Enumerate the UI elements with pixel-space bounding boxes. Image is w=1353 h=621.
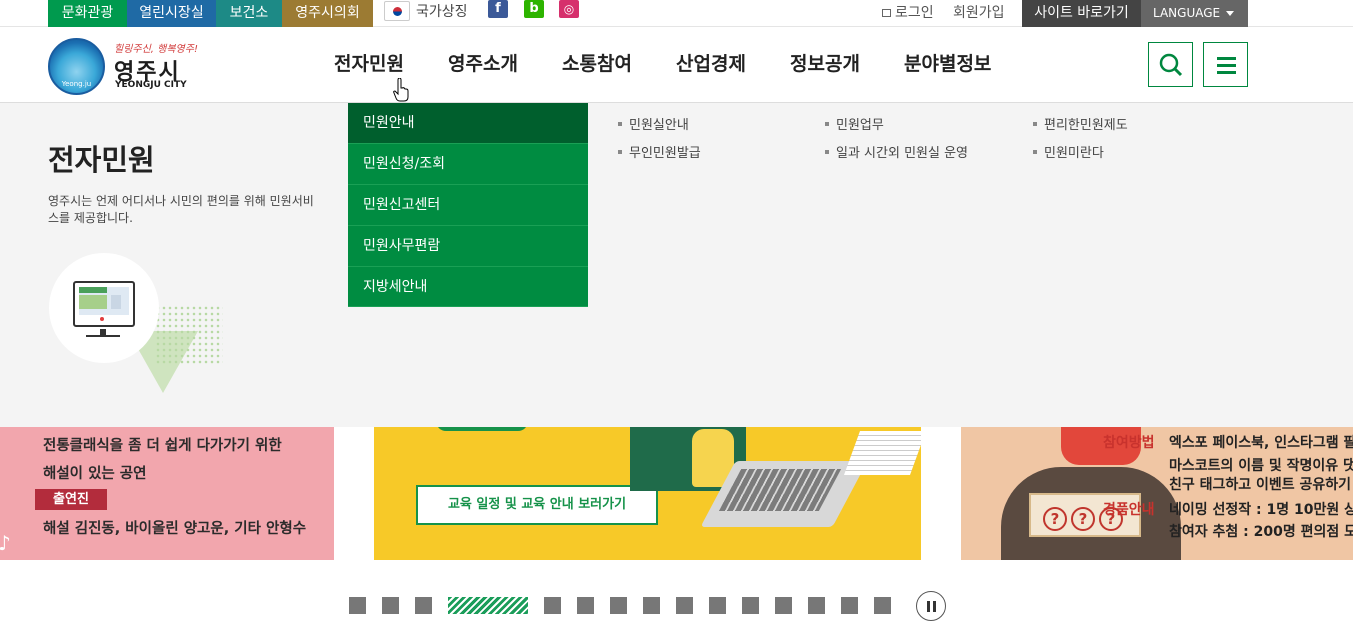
submenu-list: 민원안내 민원신청/조회 민원신고센터 민원사무편람 지방세안내	[348, 103, 588, 307]
national-symbol-label: 국가상징	[416, 4, 468, 20]
gnb-item-intro[interactable]: 영주소개	[448, 49, 518, 76]
gnb-item-civil[interactable]: 전자민원	[334, 49, 404, 76]
pager-dot[interactable]	[709, 597, 726, 614]
banner-prize-label: 경품안내	[1103, 502, 1155, 518]
banner-how-line3: 친구 태그하고 이벤트 공유하기	[1169, 477, 1352, 493]
search-icon	[1159, 53, 1183, 77]
deep-link-civil-work[interactable]: 민원업무	[825, 114, 884, 133]
banner-concert-line1: 전통클래식을 좀 더 쉽게 다가가기 위한	[43, 438, 282, 454]
illustration-dots	[155, 305, 223, 365]
pager-dot[interactable]	[643, 597, 660, 614]
join-link[interactable]: 회원가입	[953, 0, 1005, 27]
login-link[interactable]: 로그인	[882, 0, 934, 27]
quicklink-council[interactable]: 영주시의회	[282, 0, 373, 27]
submenu-item-localtax[interactable]: 지방세안내	[348, 267, 588, 307]
banner-concert-line2: 해설이 있는 공연	[43, 466, 147, 482]
gnb-item-fields[interactable]: 분야별정보	[904, 49, 991, 76]
hamburger-icon	[1217, 57, 1236, 74]
site-logo[interactable]: Yeong.ju 힐링주신, 행복영주! 영주시 YEONGJU CITY	[48, 38, 198, 96]
lock-icon	[882, 9, 891, 17]
site-shortcut-button[interactable]: 사이트 바로가기	[1022, 0, 1141, 27]
pager-dot[interactable]	[676, 597, 693, 614]
deep-link-convenient-system[interactable]: 편리한민원제도	[1033, 114, 1128, 133]
pager-dot[interactable]	[775, 597, 792, 614]
pager-dot[interactable]	[610, 597, 627, 614]
taegukgi-icon	[384, 1, 410, 21]
banner-prize-line2: 참여자 추첨 : 200명 편의점 모	[1169, 524, 1353, 540]
pager-dot[interactable]	[841, 597, 858, 614]
banner-how-line2: 마스코트의 이름 및 작명이유 댓	[1169, 458, 1353, 474]
submenu-item-handbook[interactable]: 민원사무편람	[348, 226, 588, 267]
pause-button[interactable]	[916, 591, 946, 621]
facebook-icon[interactable]: f	[488, 0, 508, 18]
city-emblem-icon: Yeong.ju	[48, 38, 105, 95]
emblem-text: Yeong.ju	[61, 80, 92, 88]
papers-illustration	[843, 431, 921, 475]
language-label: LANGUAGE	[1153, 6, 1221, 20]
site-header: Yeong.ju 힐링주신, 행복영주! 영주시 YEONGJU CITY 전자…	[0, 27, 1353, 103]
login-label: 로그인	[895, 5, 934, 21]
mega-menu-description: 영주시는 언제 어디서나 시민의 편의를 위해 민원서비스를 제공합니다.	[48, 194, 314, 225]
deep-link-civil-office[interactable]: 민원실안내	[618, 114, 689, 133]
banner-mascot-event[interactable]: ? ? ? 참여방법 엑스포 페이스북, 인스타그램 팔 마스코트의 이름 및 …	[961, 427, 1353, 560]
banner-concert[interactable]: 전통클래식을 좀 더 쉽게 다가가기 위한 해설이 있는 공연 출연진 해설 김…	[0, 427, 334, 560]
all-menu-button[interactable]	[1203, 42, 1248, 87]
instagram-icon[interactable]: ◎	[559, 0, 579, 18]
search-button[interactable]	[1148, 42, 1193, 87]
gnb-item-economy[interactable]: 산업경제	[676, 49, 746, 76]
education-schedule-button[interactable]: 교육 일정 및 교육 안내 보러가기	[416, 485, 658, 525]
pager-dot[interactable]	[874, 597, 891, 614]
monitor-icon	[73, 281, 135, 327]
banner-how-line1: 엑스포 페이스북, 인스타그램 팔	[1169, 435, 1353, 451]
submenu-item-guide[interactable]: 민원안내	[348, 103, 588, 144]
music-note-icon: ♪	[0, 531, 11, 555]
logo-slogan: 힐링주신, 행복영주!	[114, 44, 198, 55]
pager-dot[interactable]	[544, 597, 561, 614]
gnb-item-participation[interactable]: 소통참여	[562, 49, 632, 76]
logo-city-english: YEONGJU CITY	[115, 80, 187, 90]
banner-education[interactable]: 교육 일정 및 교육 안내 보러가기	[374, 427, 921, 560]
national-symbol-link[interactable]: 국가상징	[384, 0, 468, 22]
pager-dot[interactable]	[742, 597, 759, 614]
question-icon: ?	[1043, 507, 1067, 531]
monitor-stand	[86, 329, 120, 337]
banner-pill	[436, 427, 528, 431]
banner-concert-tag: 출연진	[35, 489, 107, 510]
mega-menu-title: 전자민원	[48, 143, 155, 177]
language-button[interactable]: LANGUAGE	[1141, 0, 1248, 27]
pager-dot[interactable]	[808, 597, 825, 614]
banner-how-label: 참여방법	[1103, 435, 1155, 451]
top-utility-bar: 문화관광 열린시장실 보건소 영주시의회 국가상징 f b ◎ 로그인 회원가입…	[0, 0, 1353, 27]
deep-link-unmanned[interactable]: 무인민원발급	[618, 142, 701, 161]
pager-dot-active[interactable]	[448, 597, 528, 614]
banner-prize-line1: 네이밍 선정작 : 1명 10만원 상	[1169, 502, 1353, 518]
gnb-item-info[interactable]: 정보공개	[790, 49, 860, 76]
banner-concert-performers: 해설 김진동, 바이올린 양고운, 기타 안형수	[43, 521, 307, 537]
submenu-item-report[interactable]: 민원신고센터	[348, 185, 588, 226]
pager-dot[interactable]	[349, 597, 366, 614]
question-icon: ?	[1071, 507, 1095, 531]
quicklink-health[interactable]: 보건소	[216, 0, 282, 27]
pager-dot[interactable]	[577, 597, 594, 614]
caret-down-icon	[1226, 11, 1234, 16]
quicklink-culture[interactable]: 문화관광	[48, 0, 127, 27]
hand-cursor-icon	[393, 78, 409, 102]
pager-dot[interactable]	[382, 597, 399, 614]
submenu-item-apply[interactable]: 민원신청/조회	[348, 144, 588, 185]
mega-menu-panel: 전자민원 영주시는 언제 어디서나 시민의 편의를 위해 민원서비스를 제공합니…	[0, 103, 1353, 427]
pager-dot[interactable]	[415, 597, 432, 614]
deep-link-miranda[interactable]: 민원미란다	[1033, 142, 1104, 161]
quicklink-mayor[interactable]: 열린시장실	[127, 0, 216, 27]
blog-icon[interactable]: b	[524, 0, 544, 18]
deep-link-after-hours[interactable]: 일과 시간외 민원실 운영	[825, 142, 968, 161]
